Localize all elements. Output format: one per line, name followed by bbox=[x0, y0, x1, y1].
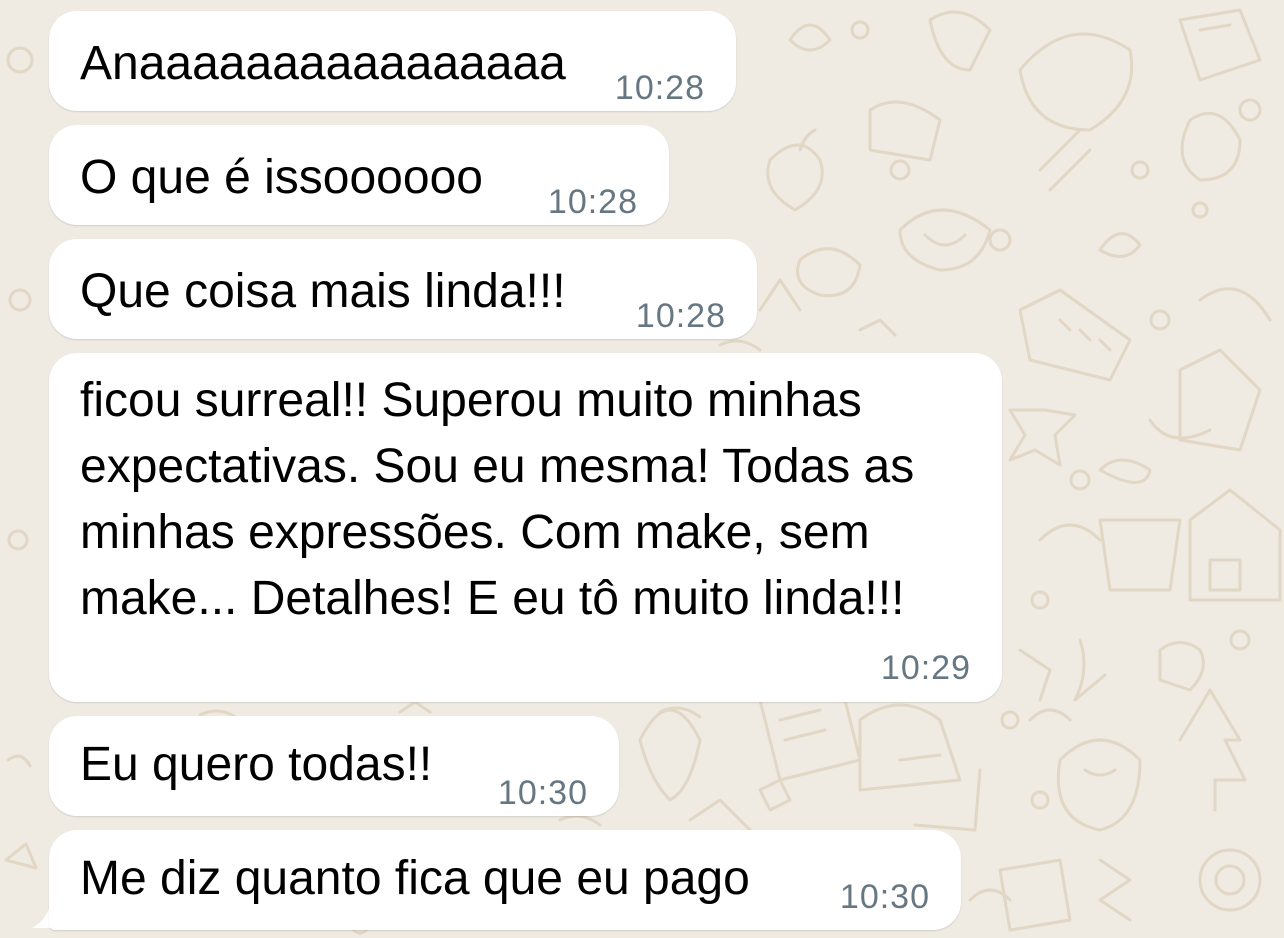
message-text: Anaaaaaaaaaaaaaaaa bbox=[80, 37, 566, 90]
message-timestamp: 10:28 bbox=[547, 183, 638, 221]
message-bubble[interactable]: Me diz quanto fica que eu pago 10:30 bbox=[49, 830, 961, 930]
message-timestamp: 10:30 bbox=[497, 774, 588, 812]
message-bubble[interactable]: ficou surreal!! Superou muito minhas exp… bbox=[49, 353, 1002, 702]
message-text: Me diz quanto fica que eu pago bbox=[80, 852, 750, 905]
message-text: Eu quero todas!! bbox=[80, 738, 433, 791]
message-bubble[interactable]: Eu quero todas!! 10:30 bbox=[49, 716, 619, 816]
message-bubble[interactable]: Anaaaaaaaaaaaaaaaa 10:28 bbox=[49, 11, 736, 111]
message-bubble[interactable]: Que coisa mais linda!!! 10:28 bbox=[49, 239, 757, 339]
message-timestamp: 10:28 bbox=[614, 69, 705, 107]
message-text: O que é issoooooo bbox=[80, 151, 483, 204]
message-timestamp: 10:30 bbox=[839, 878, 930, 916]
message-text: ficou surreal!! Superou muito minhas exp… bbox=[80, 374, 915, 625]
message-timestamp: 10:28 bbox=[635, 297, 726, 335]
message-bubble[interactable]: O que é issoooooo 10:28 bbox=[49, 125, 669, 225]
message-timestamp: 10:29 bbox=[880, 649, 971, 687]
message-text: Que coisa mais linda!!! bbox=[80, 265, 566, 318]
